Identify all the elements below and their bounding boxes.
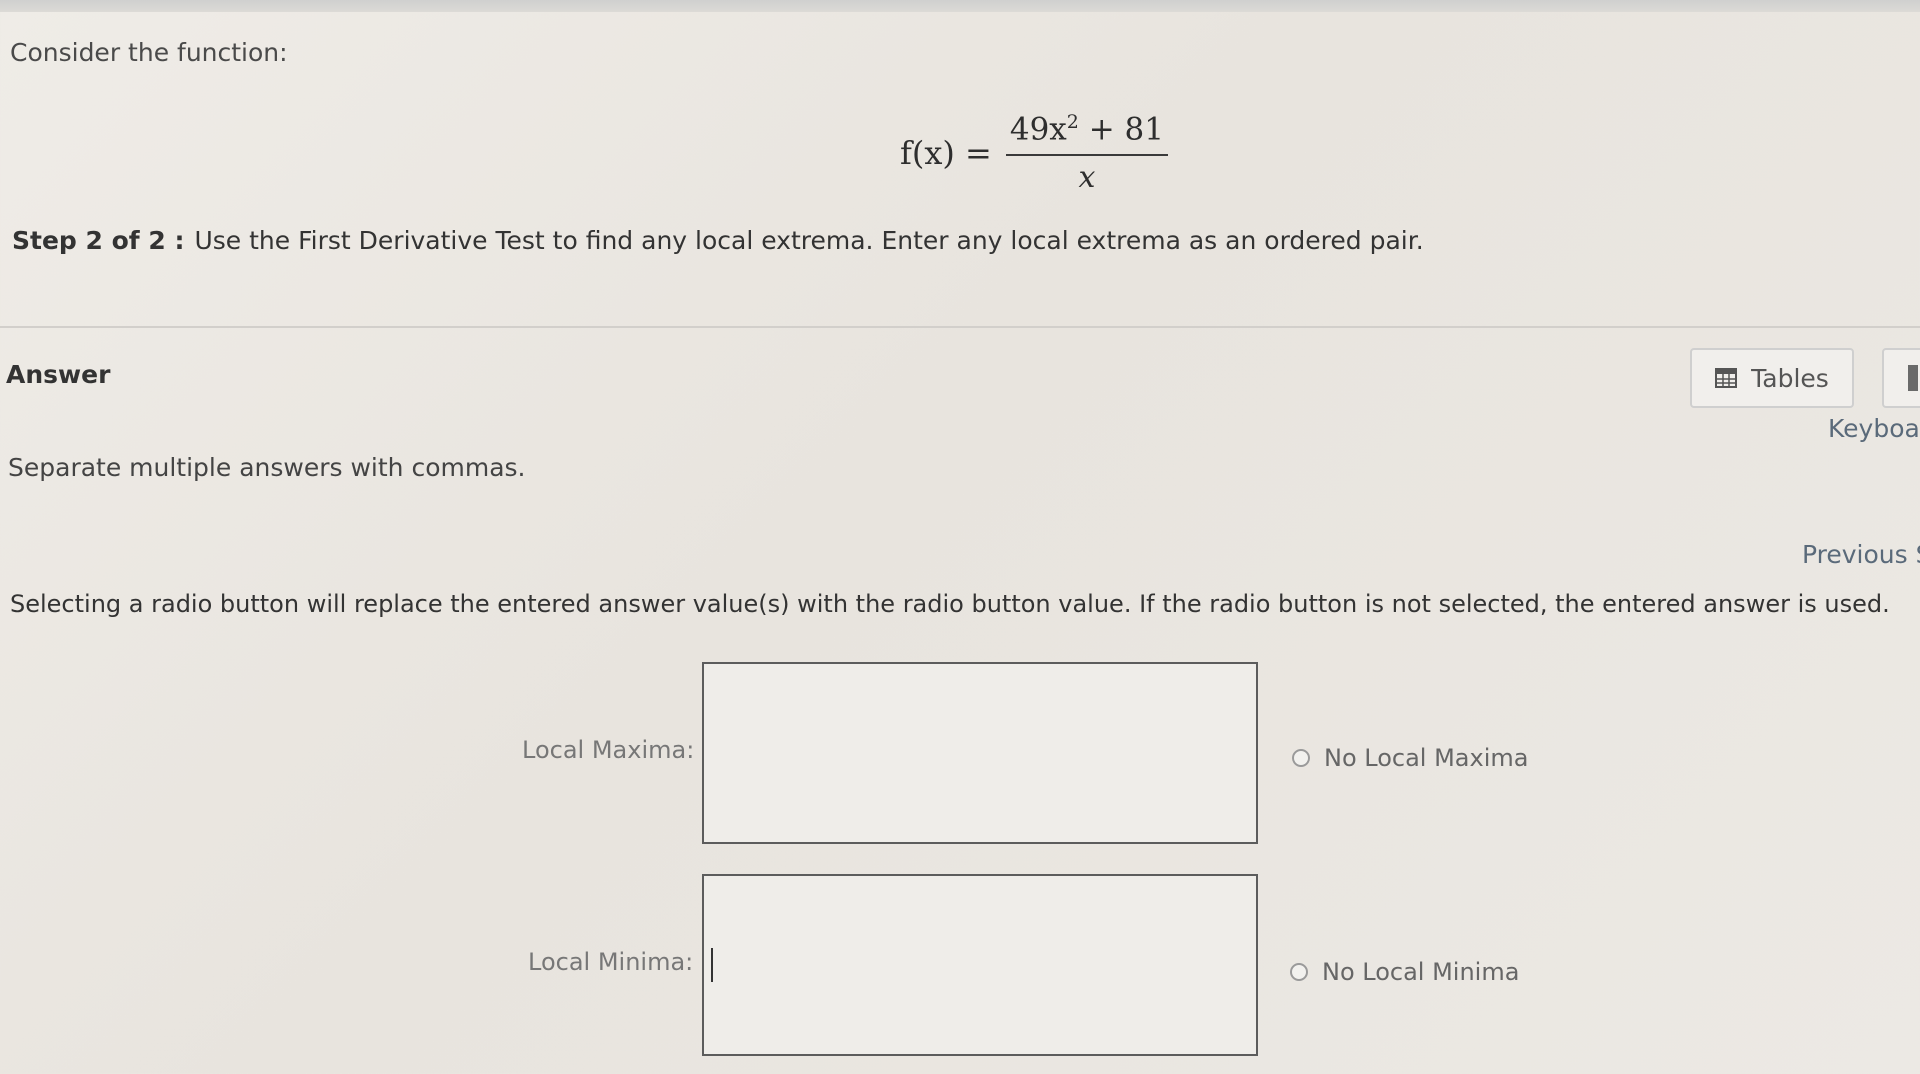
tables-button-label: Tables xyxy=(1751,363,1829,393)
table-grid-icon xyxy=(1715,368,1738,388)
numerator-exponent: 2 xyxy=(1066,111,1079,134)
step-label: Step 2 of 2 : xyxy=(12,226,185,255)
radio-circle-icon[interactable] xyxy=(1292,749,1310,767)
answer-heading: Answer xyxy=(6,360,111,389)
formula-fraction: 49x2 + 81 x xyxy=(1005,111,1169,195)
question-intro: Consider the function: xyxy=(10,38,288,67)
step-text: Use the First Derivative Test to find an… xyxy=(194,226,1424,255)
formula-numerator: 49x2 + 81 xyxy=(1005,111,1169,156)
text-cursor xyxy=(711,948,713,982)
function-formula: f(x) = 49x2 + 81 x xyxy=(900,108,1169,198)
local-minima-label: Local Minima: xyxy=(528,948,694,976)
keyboard-shortcuts-link[interactable]: Keyboa xyxy=(1828,414,1920,443)
numerator-rest: + 81 xyxy=(1078,111,1165,148)
step-instruction: Step 2 of 2 : Use the First Derivative Te… xyxy=(12,226,1424,255)
local-maxima-label: Local Maxima: xyxy=(522,736,695,764)
keyboard-button[interactable] xyxy=(1882,348,1920,408)
local-maxima-input[interactable] xyxy=(702,662,1258,844)
radio-button-note: Selecting a radio button will replace th… xyxy=(10,590,1890,618)
formula-denominator: x xyxy=(1078,159,1096,195)
keyboard-icon xyxy=(1908,365,1918,391)
previous-step-link[interactable]: Previous S xyxy=(1802,540,1920,569)
radio-circle-icon[interactable] xyxy=(1290,963,1308,981)
formula-lhs: f(x) = xyxy=(900,134,992,172)
separate-answers-note: Separate multiple answers with commas. xyxy=(8,453,526,482)
no-local-minima-radio[interactable]: No Local Minima xyxy=(1290,958,1519,986)
no-local-maxima-radio[interactable]: No Local Maxima xyxy=(1292,744,1528,772)
local-minima-input[interactable] xyxy=(702,874,1258,1056)
numerator-base: 49x xyxy=(1009,111,1067,148)
no-local-maxima-label: No Local Maxima xyxy=(1324,744,1529,772)
no-local-minima-label: No Local Minima xyxy=(1322,958,1520,986)
section-divider xyxy=(0,326,1920,328)
tables-button[interactable]: Tables xyxy=(1690,348,1854,408)
top-strip xyxy=(0,0,1920,12)
